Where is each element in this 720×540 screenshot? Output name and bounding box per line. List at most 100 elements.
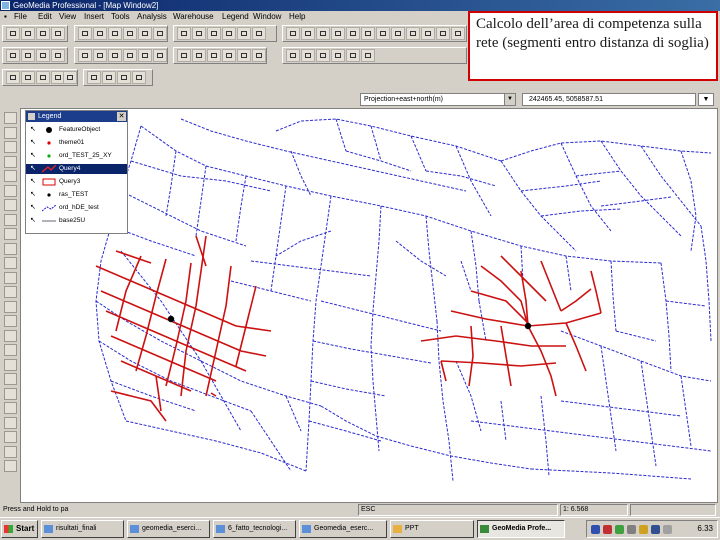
side-tool-arrow2-button[interactable] [4, 315, 17, 327]
copy-button[interactable] [93, 27, 107, 40]
side-tool-pan-button[interactable] [4, 141, 17, 153]
side-tool-tool10-button[interactable] [4, 460, 17, 472]
legend-entry[interactable]: ↖ Query3 [26, 177, 127, 187]
coordinate-readout[interactable]: 242465.45, 5058587.51 [522, 93, 696, 106]
save-button[interactable] [36, 27, 50, 40]
legend-button[interactable] [222, 49, 236, 62]
legend-entry[interactable]: ↖ ord_TEST_25_XY [26, 151, 127, 161]
polyline-tool-button[interactable] [301, 27, 315, 40]
settings-button[interactable] [451, 27, 465, 40]
camera-button[interactable] [421, 27, 435, 40]
snap-edge-button[interactable] [102, 71, 116, 84]
update-icon[interactable] [615, 525, 624, 534]
menu-view[interactable]: View [59, 11, 76, 23]
side-tool-up-button[interactable] [4, 271, 17, 284]
side-tool-grid-button[interactable] [4, 257, 17, 269]
zoom-out-button[interactable] [192, 27, 206, 40]
menu-legend[interactable]: Legend [222, 11, 249, 23]
service-area-button[interactable] [301, 49, 315, 62]
join-button[interactable] [36, 49, 50, 62]
snap-vertex-button[interactable] [87, 71, 101, 84]
side-tool-tool4-button[interactable] [4, 373, 17, 385]
legend-title-bar[interactable]: Legend ✕ [26, 111, 127, 122]
side-tool-line2-button[interactable] [4, 242, 17, 255]
legend-entry[interactable]: ↖ theme01 [26, 138, 127, 148]
feature-class-button[interactable] [6, 49, 20, 62]
side-tool-down-button[interactable] [4, 286, 17, 298]
insert-feature-button[interactable] [78, 49, 92, 62]
continue-button[interactable] [138, 49, 152, 62]
side-tool-text-button[interactable] [4, 155, 17, 168]
facility-point-b[interactable] [524, 322, 532, 330]
task-button-2[interactable]: geomedia_eserci... [127, 520, 210, 538]
select-set-button[interactable] [36, 71, 50, 84]
delete-button[interactable] [123, 27, 137, 40]
pan-button[interactable] [222, 27, 236, 40]
side-tool-zoom-button[interactable] [4, 184, 17, 197]
menu-tools[interactable]: Tools [111, 11, 130, 23]
menu-window[interactable]: Window [253, 11, 281, 23]
side-tool-tool8-button[interactable] [4, 431, 17, 443]
measure-button[interactable] [316, 27, 330, 40]
new-map-button[interactable] [6, 27, 20, 40]
legend-entry[interactable]: ↖ ord_hDE_test [26, 203, 127, 213]
chevron-down-icon[interactable]: ▼ [504, 94, 515, 105]
side-tool-tool3-button[interactable] [4, 358, 17, 371]
antivirus-icon[interactable] [603, 525, 612, 534]
legend-entry[interactable]: ↖ FeatureObject [26, 125, 127, 135]
select-tool-button[interactable] [6, 71, 20, 84]
task-button-1[interactable]: risultati_finali [41, 520, 124, 538]
security-icon[interactable] [639, 525, 648, 534]
node-button[interactable] [316, 49, 330, 62]
side-tool-rotate-button[interactable] [4, 199, 17, 211]
side-tool-arrow-button[interactable] [4, 300, 17, 313]
grid-button[interactable] [331, 27, 345, 40]
scale-bar-button[interactable] [252, 49, 266, 62]
side-tool-tool2-button[interactable] [4, 344, 17, 356]
cut-button[interactable] [78, 27, 92, 40]
side-tool-label-button[interactable] [4, 170, 17, 182]
print-button[interactable] [51, 27, 65, 40]
refresh-button[interactable] [237, 27, 251, 40]
split-button[interactable] [108, 49, 122, 62]
paste-button[interactable] [108, 27, 122, 40]
report-button[interactable] [346, 49, 360, 62]
query-button[interactable] [346, 27, 360, 40]
facility-point-a[interactable] [167, 315, 175, 323]
task-button-3[interactable]: 6_fatto_tecnologi... [213, 520, 296, 538]
fit-all-button[interactable] [207, 27, 221, 40]
export-button[interactable] [361, 49, 375, 62]
legend-entry[interactable]: ↖ ras_TEST [26, 190, 127, 200]
undo-button[interactable] [138, 27, 152, 40]
projection-select[interactable]: Projection+east+north(m) ▼ [360, 93, 516, 106]
north-arrow-button[interactable] [237, 49, 251, 62]
legend-entry[interactable]: ↖ Query4 [26, 164, 127, 174]
snap-end-button[interactable] [117, 71, 131, 84]
network-icon[interactable] [591, 525, 600, 534]
shortest-path-button[interactable] [286, 49, 300, 62]
zoom-in-button[interactable] [177, 27, 191, 40]
clear-select-button[interactable] [63, 71, 77, 84]
attribute-button[interactable] [21, 49, 35, 62]
volume-icon[interactable] [663, 525, 672, 534]
task-button-6[interactable]: GeoMedia Profe... [477, 520, 565, 538]
open-button[interactable] [21, 27, 35, 40]
merge-button[interactable] [123, 49, 137, 62]
arrow-tool-button[interactable] [376, 27, 390, 40]
side-tool-tool6-button[interactable] [4, 402, 17, 414]
text-button[interactable] [192, 49, 206, 62]
line-tool-button[interactable] [286, 27, 300, 40]
point-button[interactable] [436, 27, 450, 40]
redo-button[interactable] [153, 27, 167, 40]
side-tool-tool-button[interactable] [4, 329, 17, 342]
menu-insert[interactable]: Insert [84, 11, 104, 23]
snap-button[interactable] [391, 27, 405, 40]
side-tool-tool9-button[interactable] [4, 445, 17, 458]
edit-geometry-button[interactable] [93, 49, 107, 62]
style-button[interactable] [207, 49, 221, 62]
close-icon[interactable]: ✕ [117, 112, 126, 121]
menu-warehouse[interactable]: Warehouse [173, 11, 214, 23]
snap-mid-button[interactable] [132, 71, 146, 84]
menu-help[interactable]: Help [289, 11, 305, 23]
coordinate-dropdown-button[interactable]: ▼ [698, 93, 714, 106]
